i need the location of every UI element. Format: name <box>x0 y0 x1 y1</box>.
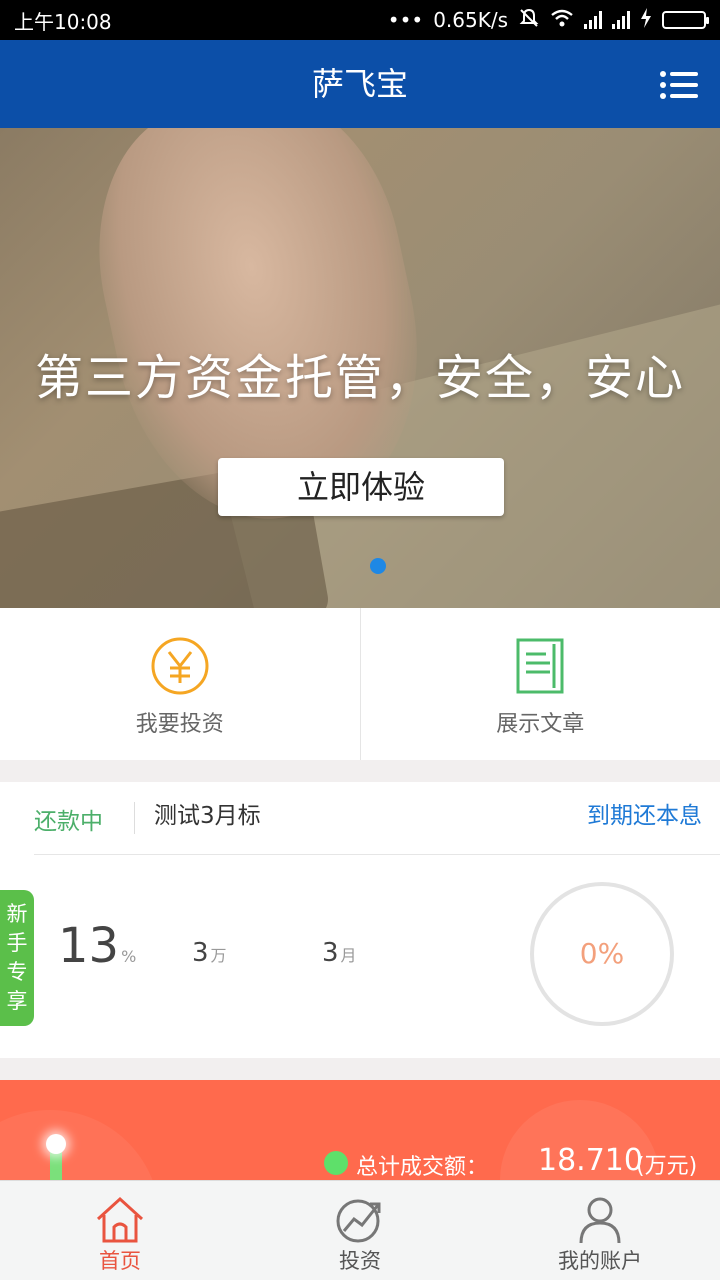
newbie-badge: 新手专享 <box>0 890 34 1026</box>
repayment-method: 到期还本息 <box>587 803 702 829</box>
loan-period: 3月 <box>322 938 357 968</box>
product-status: 还款中 <box>34 809 103 835</box>
articles-entry[interactable]: 展示文章 <box>359 608 720 760</box>
product-name: 测试3月标 <box>154 803 261 829</box>
battery-icon <box>662 11 709 29</box>
amount-value: 3 <box>192 938 209 968</box>
invest-entry-label: 我要投资 <box>135 712 224 737</box>
bottom-tab-bar: 首页 投资 我的账户 <box>0 1180 720 1280</box>
period-unit: 月 <box>340 946 357 965</box>
tab-account-label: 我的账户 <box>558 1249 642 1273</box>
divider <box>34 854 720 855</box>
status-icons: ••• 0.65K/s <box>387 7 709 34</box>
green-dot-icon <box>324 1151 348 1175</box>
tab-home[interactable]: 首页 <box>0 1181 240 1280</box>
status-bar: 上午10:08 ••• 0.65K/s <box>0 0 720 40</box>
quick-actions: 我要投资 展示文章 <box>0 608 720 760</box>
carousel-indicator-dot[interactable] <box>370 558 386 574</box>
menu-list-icon[interactable] <box>660 70 698 100</box>
home-icon <box>96 1196 144 1243</box>
invest-entry[interactable]: 我要投资 <box>0 608 360 760</box>
wifi-icon <box>550 8 574 33</box>
signal-icon <box>584 11 602 29</box>
tab-invest-label: 投资 <box>339 1249 381 1273</box>
app-header: 萨飞宝 <box>0 40 720 128</box>
beacon-light-icon <box>46 1134 66 1154</box>
mute-bell-icon <box>518 7 540 34</box>
progress-circle: 0% <box>530 882 674 1026</box>
promo-banner[interactable]: 第三方资金托管，安全，安心 立即体验 <box>0 128 720 608</box>
network-speed: 0.65K/s <box>433 8 508 32</box>
amount-unit: 万 <box>210 946 227 965</box>
total-volume-value: 18.710 <box>538 1143 643 1178</box>
yen-coin-icon <box>151 637 209 695</box>
annual-rate: 13% <box>58 918 136 974</box>
signal-icon <box>612 11 630 29</box>
invest-chart-icon <box>336 1199 381 1243</box>
loan-amount: 3万 <box>192 938 227 968</box>
try-now-button[interactable]: 立即体验 <box>218 458 504 516</box>
page-title: 萨飞宝 <box>311 65 408 103</box>
document-icon <box>516 638 564 694</box>
divider <box>134 802 135 834</box>
rate-unit: % <box>121 947 137 966</box>
tab-invest[interactable]: 投资 <box>240 1181 480 1280</box>
status-time: 上午10:08 <box>14 9 112 34</box>
more-dots-icon: ••• <box>387 8 424 32</box>
tab-account[interactable]: 我的账户 <box>480 1181 720 1280</box>
decorative-circle <box>0 1110 160 1180</box>
rate-value: 13 <box>58 918 120 974</box>
tab-home-label: 首页 <box>99 1249 141 1273</box>
period-value: 3 <box>322 938 339 968</box>
total-volume-unit: (万元) <box>636 1154 698 1179</box>
banner-slogan: 第三方资金托管，安全，安心 <box>34 350 685 406</box>
user-icon <box>579 1197 621 1244</box>
articles-entry-label: 展示文章 <box>496 712 585 737</box>
stats-banner: 总计成交额： 18.710 (万元) <box>0 1080 720 1180</box>
product-card[interactable]: 还款中 测试3月标 到期还本息 13% 3万 3月 0% <box>0 782 720 1058</box>
total-volume-label: 总计成交额： <box>356 1155 489 1180</box>
charging-icon <box>640 7 652 33</box>
